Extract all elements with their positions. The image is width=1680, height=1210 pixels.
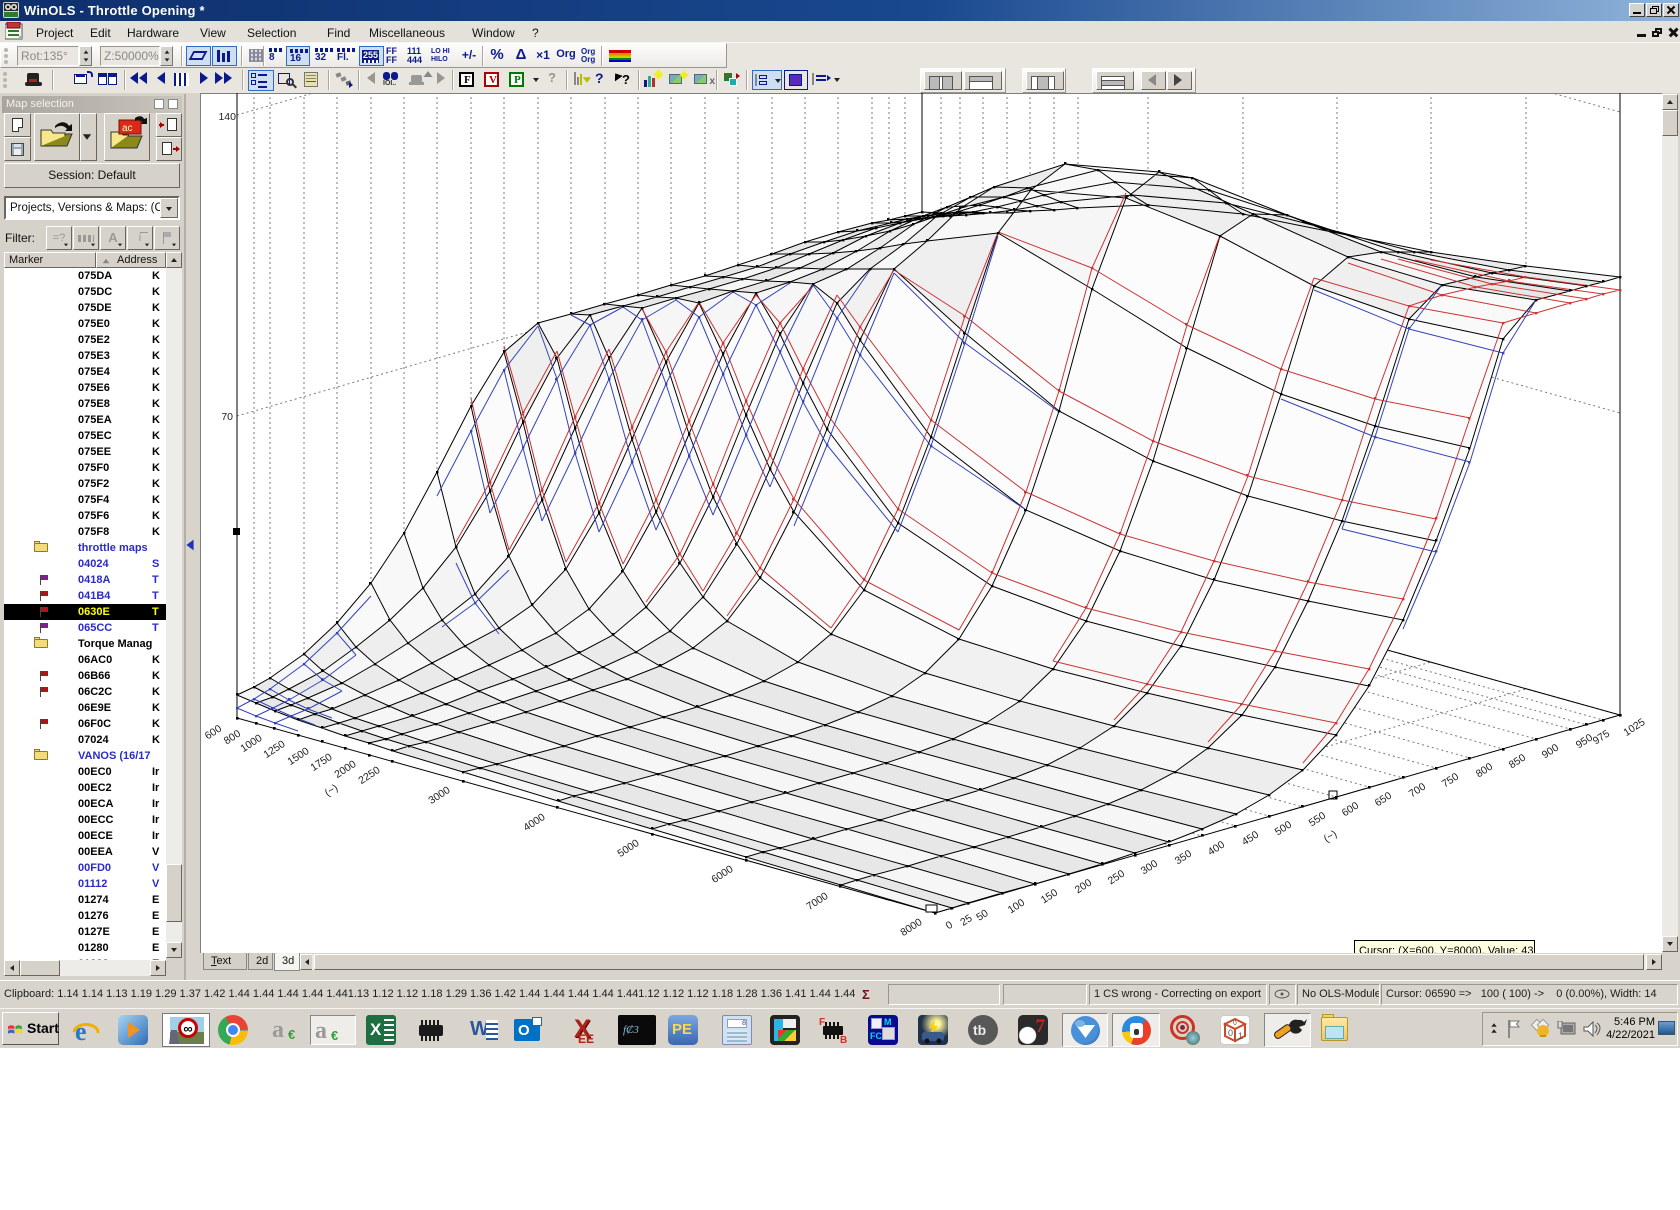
svg-text:6000: 6000 [709, 863, 735, 886]
svg-text:700: 700 [1407, 781, 1428, 801]
svg-text:(~): (~) [1322, 828, 1340, 845]
svg-text:250: 250 [1106, 868, 1127, 888]
svg-text:450: 450 [1240, 829, 1261, 849]
svg-text:B: B [840, 1035, 847, 1045]
svg-text:100: 100 [1006, 897, 1027, 917]
svg-text:600: 600 [203, 723, 224, 743]
svg-text:1250: 1250 [261, 738, 287, 761]
svg-text:25: 25 [958, 912, 974, 929]
svg-text:1025: 1025 [1621, 716, 1647, 739]
svg-text:2000: 2000 [332, 758, 358, 781]
svg-text:50: 50 [974, 907, 990, 924]
svg-text:8000: 8000 [898, 916, 924, 939]
svg-text:500: 500 [1273, 819, 1294, 839]
svg-text:70: 70 [221, 411, 233, 423]
svg-text:e: e [75, 1017, 87, 1046]
svg-text:950: 950 [1574, 732, 1595, 752]
svg-text:750: 750 [1440, 771, 1461, 791]
svg-text:800: 800 [1474, 761, 1495, 781]
svg-text:850: 850 [1507, 752, 1528, 772]
svg-text:(~): (~) [323, 782, 341, 799]
svg-text:350: 350 [1173, 848, 1194, 868]
svg-text:400: 400 [1206, 839, 1227, 859]
svg-text:550: 550 [1307, 810, 1328, 830]
svg-text:2250: 2250 [356, 764, 382, 787]
svg-text:5000: 5000 [615, 837, 641, 860]
svg-text:1: 1 [1238, 1031, 1243, 1041]
svg-text:300: 300 [1139, 858, 1160, 878]
svg-text:650: 650 [1373, 790, 1394, 810]
svg-text:3000: 3000 [426, 784, 452, 807]
svg-text:0: 0 [1228, 1028, 1233, 1038]
svg-text:4000: 4000 [521, 811, 547, 834]
svg-text:7000: 7000 [804, 890, 830, 913]
svg-text:F: F [819, 1017, 825, 1028]
svg-text:1750: 1750 [308, 751, 334, 774]
svg-text:0: 0 [944, 919, 956, 932]
svg-text:ac: ac [122, 123, 133, 134]
svg-text:150: 150 [1039, 887, 1060, 907]
svg-text:140: 140 [218, 111, 236, 123]
svg-text:600: 600 [1340, 800, 1361, 820]
svg-text:200: 200 [1073, 877, 1094, 897]
svg-text:900: 900 [1540, 742, 1561, 762]
svg-text:975: 975 [1591, 728, 1612, 748]
